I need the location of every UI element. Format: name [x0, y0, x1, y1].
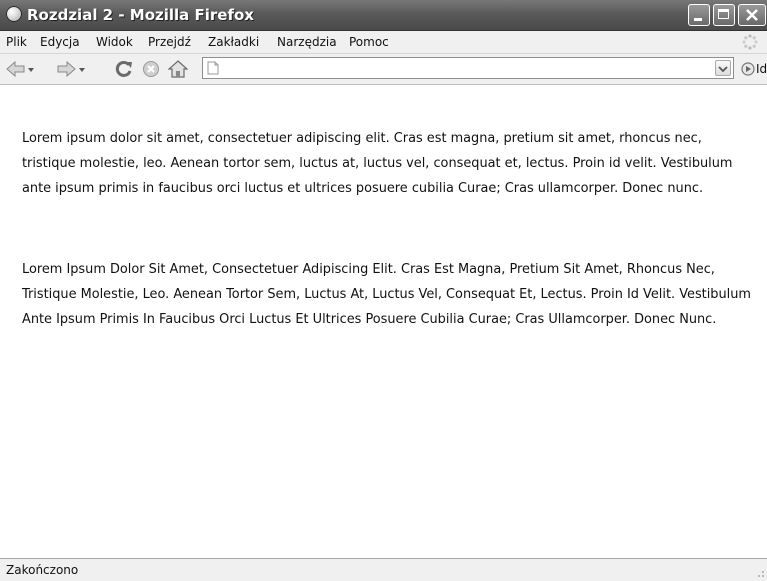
- maximize-button[interactable]: [713, 4, 735, 26]
- reload-icon[interactable]: [114, 60, 134, 78]
- paragraph-titlecase: Lorem Ipsum Dolor Sit Amet, Consectetuer…: [22, 262, 751, 327]
- status-bar: Zakończono: [0, 558, 767, 581]
- resize-grip-icon[interactable]: [753, 568, 765, 580]
- menu-bar: Plik Edycja Widok Przejdź Zakładki Narzę…: [0, 31, 767, 54]
- go-icon[interactable]: [741, 62, 755, 76]
- stop-icon[interactable]: [142, 60, 160, 78]
- menu-widok[interactable]: Widok: [96, 35, 133, 49]
- menu-przejdz[interactable]: Przejdź: [148, 35, 191, 49]
- menu-zakladki[interactable]: Zakładki: [208, 35, 259, 49]
- address-dropdown-button[interactable]: [715, 60, 731, 76]
- paragraph-lowercase: Lorem ipsum dolor sit amet, consectetuer…: [22, 131, 733, 196]
- url-input[interactable]: [221, 59, 707, 77]
- status-text: Zakończono: [6, 563, 79, 577]
- minimize-button[interactable]: [688, 4, 710, 26]
- chevron-down-icon: [718, 66, 728, 73]
- firefox-icon: [6, 6, 22, 22]
- title-bar[interactable]: Rozdzial 2 - Mozilla Firefox: [0, 0, 767, 31]
- close-icon: [746, 9, 758, 21]
- address-bar: [202, 57, 734, 79]
- menu-narzedzia[interactable]: Narzędzia: [277, 35, 337, 49]
- forward-icon[interactable]: [56, 60, 86, 78]
- menu-edycja[interactable]: Edycja: [40, 35, 80, 49]
- close-button[interactable]: [738, 4, 766, 26]
- navigation-toolbar: Idź: [0, 54, 767, 85]
- window-title: Rozdzial 2 - Mozilla Firefox: [27, 6, 254, 24]
- browser-window: Rozdzial 2 - Mozilla Firefox Plik Edycja…: [0, 0, 767, 581]
- throbber-icon: [742, 34, 758, 50]
- menu-plik[interactable]: Plik: [6, 35, 27, 49]
- back-icon[interactable]: [5, 60, 35, 78]
- page-icon: [207, 61, 219, 75]
- page-content: Lorem ipsum dolor sit amet, consectetuer…: [0, 85, 767, 558]
- menu-pomoc[interactable]: Pomoc: [349, 35, 389, 49]
- home-icon[interactable]: [168, 60, 188, 78]
- go-button[interactable]: Idź: [756, 62, 767, 76]
